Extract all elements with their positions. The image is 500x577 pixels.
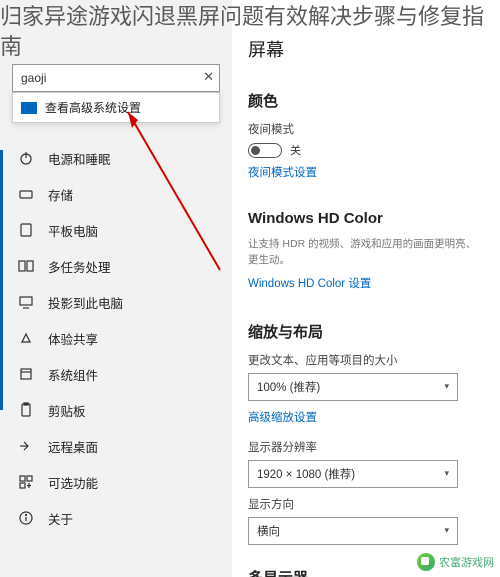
- sidebar: ✕ 查看高级系统设置 电源和睡眠 存储 平板电脑: [0, 0, 232, 577]
- night-mode-label: 夜间模式: [248, 121, 484, 137]
- sidebar-item-label: 系统组件: [48, 365, 98, 384]
- sidebar-item-shared-experiences[interactable]: 体验共享: [0, 320, 232, 356]
- clear-search-icon[interactable]: ✕: [203, 69, 214, 85]
- sidebar-item-label: 远程桌面: [48, 437, 98, 456]
- chevron-down-icon: ▾: [444, 468, 449, 479]
- sidebar-item-system-components[interactable]: 系统组件: [0, 356, 232, 392]
- toggle-state-text: 关: [290, 142, 301, 158]
- section-hd-color-title: Windows HD Color: [248, 210, 484, 227]
- scale-select[interactable]: 100% (推荐) ▾: [248, 373, 458, 401]
- storage-icon: [18, 186, 34, 202]
- sidebar-item-optional-features[interactable]: 可选功能: [0, 464, 232, 500]
- watermark: 农富游戏网: [417, 553, 494, 571]
- remote-desktop-icon: [18, 438, 34, 454]
- sidebar-item-about[interactable]: 关于: [0, 500, 232, 536]
- power-icon: [18, 150, 34, 166]
- sidebar-item-label: 关于: [48, 509, 73, 528]
- orientation-select[interactable]: 横向 ▾: [248, 517, 458, 545]
- advanced-scaling-link[interactable]: 高级缩放设置: [248, 409, 484, 425]
- section-scale-title: 缩放与布局: [248, 321, 484, 342]
- clipboard-icon: [18, 402, 34, 418]
- sidebar-item-label: 多任务处理: [48, 257, 111, 276]
- toggle-knob: [251, 146, 260, 155]
- section-color-title: 颜色: [248, 90, 484, 111]
- chevron-down-icon: ▾: [444, 525, 449, 536]
- tablet-icon: [18, 222, 34, 238]
- sidebar-item-power-sleep[interactable]: 电源和睡眠: [0, 140, 232, 176]
- resolution-select[interactable]: 1920 × 1080 (推荐) ▾: [248, 460, 458, 488]
- sidebar-item-label: 电源和睡眠: [48, 149, 111, 168]
- chevron-down-icon: ▾: [444, 381, 449, 392]
- night-mode-toggle[interactable]: [248, 143, 282, 158]
- sidebar-item-label: 存储: [48, 185, 73, 204]
- orientation-label: 显示方向: [248, 496, 484, 512]
- sidebar-item-label: 投影到此电脑: [48, 293, 123, 312]
- sidebar-item-label: 剪贴板: [48, 401, 86, 420]
- watermark-text: 农富游戏网: [439, 554, 494, 570]
- settings-window: ✕ 查看高级系统设置 电源和睡眠 存储 平板电脑: [0, 0, 500, 577]
- sidebar-item-remote-desktop[interactable]: 远程桌面: [0, 428, 232, 464]
- sidebar-item-label: 可选功能: [48, 473, 98, 492]
- shared-experiences-icon: [18, 330, 34, 346]
- hd-color-description: 让支持 HDR 的视频、游戏和应用的画面更明亮、更生动。: [248, 237, 484, 269]
- sidebar-item-label: 体验共享: [48, 329, 98, 348]
- hd-color-settings-link[interactable]: Windows HD Color 设置: [248, 275, 484, 291]
- search-input[interactable]: [12, 64, 220, 92]
- select-value: 1920 × 1080 (推荐): [257, 466, 355, 482]
- monitor-icon: [21, 102, 37, 114]
- select-value: 横向: [257, 523, 280, 539]
- sidebar-item-projecting[interactable]: 投影到此电脑: [0, 284, 232, 320]
- resolution-label: 显示器分辨率: [248, 439, 484, 455]
- select-value: 100% (推荐): [257, 379, 320, 395]
- sidebar-item-label: 平板电脑: [48, 221, 98, 240]
- search-suggestion-dropdown: 查看高级系统设置: [12, 92, 220, 123]
- multitasking-icon: [18, 258, 34, 274]
- info-icon: [18, 510, 34, 526]
- article-title: 归家异途游戏闪退黑屏问题有效解决步骤与修复指南: [0, 2, 500, 61]
- optional-features-icon: [18, 474, 34, 490]
- suggestion-item-advanced-system-settings[interactable]: 查看高级系统设置: [13, 93, 219, 122]
- main-content: 颜色 夜间模式 关 夜间模式设置 Windows HD Color 让支持 HD…: [232, 0, 500, 577]
- sidebar-item-multitasking[interactable]: 多任务处理: [0, 248, 232, 284]
- night-mode-settings-link[interactable]: 夜间模式设置: [248, 164, 484, 180]
- sidebar-item-storage[interactable]: 存储: [0, 176, 232, 212]
- projecting-icon: [18, 294, 34, 310]
- sidebar-item-tablet[interactable]: 平板电脑: [0, 212, 232, 248]
- search-container: ✕ 查看高级系统设置: [12, 64, 220, 92]
- watermark-logo-icon: [417, 553, 435, 571]
- text-size-label: 更改文本、应用等项目的大小: [248, 352, 484, 368]
- sidebar-nav: 电源和睡眠 存储 平板电脑 多任务处理 投影到此电脑 体验共享: [0, 140, 232, 536]
- sidebar-item-clipboard[interactable]: 剪贴板: [0, 392, 232, 428]
- components-icon: [18, 366, 34, 382]
- suggestion-label: 查看高级系统设置: [45, 99, 141, 116]
